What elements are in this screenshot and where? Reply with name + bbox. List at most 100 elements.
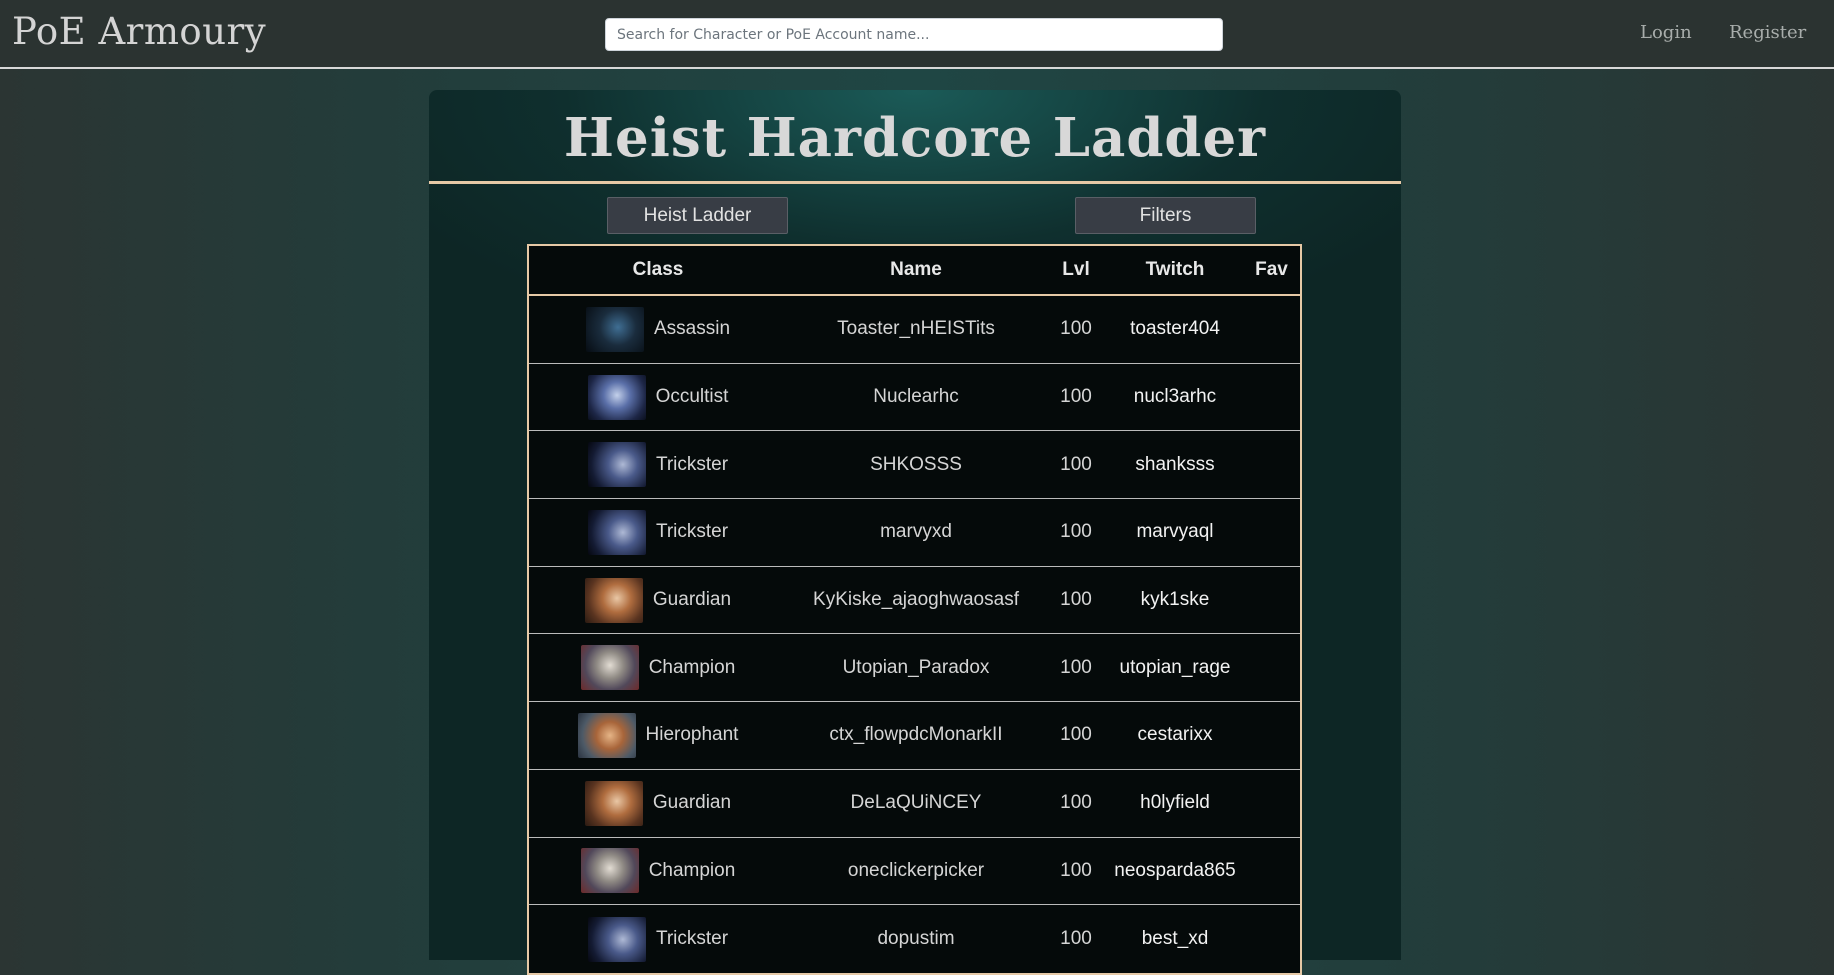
champion-portrait: [580, 848, 639, 894]
level-cell: 100: [1045, 702, 1107, 769]
assassin-portrait: [585, 306, 644, 352]
twitch-cell: neosparda865: [1107, 838, 1243, 905]
character-name-cell: dopustim: [787, 905, 1045, 973]
class-cell: Hierophant: [529, 702, 787, 769]
fav-cell[interactable]: [1243, 499, 1300, 566]
twitch-link[interactable]: cestarixx: [1138, 724, 1213, 746]
class-cell: Guardian: [529, 770, 787, 837]
character-name-link[interactable]: oneclickerpicker: [848, 860, 984, 882]
class-cell: Champion: [529, 838, 787, 905]
navbar: PoE Armoury Login Register: [0, 0, 1834, 69]
fav-cell[interactable]: [1243, 838, 1300, 905]
twitch-cell: toaster404: [1107, 296, 1243, 363]
class-label: Hierophant: [645, 724, 739, 746]
class-cell: Champion: [529, 634, 787, 701]
class-label: Trickster: [655, 453, 729, 475]
header-name[interactable]: Name: [787, 246, 1045, 294]
fav-cell[interactable]: [1243, 702, 1300, 769]
level-cell: 100: [1045, 770, 1107, 837]
character-name-cell: SHKOSSS: [787, 431, 1045, 498]
level-cell: 100: [1045, 838, 1107, 905]
character-name-link[interactable]: Nuclearhc: [873, 386, 959, 408]
level-value: 100: [1060, 656, 1092, 678]
character-name-cell: oneclickerpicker: [787, 838, 1045, 905]
character-name-link[interactable]: Toaster_nHEISTits: [837, 318, 995, 340]
trickster-portrait: [587, 509, 646, 555]
twitch-cell: h0lyfield: [1107, 770, 1243, 837]
twitch-cell: kyk1ske: [1107, 567, 1243, 634]
table-row[interactable]: Trickster marvyxd 100 marvyaql: [529, 499, 1300, 567]
twitch-link[interactable]: toaster404: [1130, 318, 1220, 340]
twitch-link[interactable]: marvyaql: [1136, 521, 1213, 543]
character-name-link[interactable]: KyKiske_ajaoghwaosasf: [813, 589, 1019, 611]
twitch-link[interactable]: utopian_rage: [1120, 657, 1231, 679]
character-name-link[interactable]: SHKOSSS: [870, 454, 962, 476]
class-label: Trickster: [655, 928, 729, 950]
trickster-portrait: [587, 916, 646, 962]
level-cell: 100: [1045, 499, 1107, 566]
heist-ladder-button[interactable]: Heist Ladder: [607, 197, 788, 234]
table-row[interactable]: Trickster SHKOSSS 100 shanksss: [529, 431, 1300, 500]
class-cell: Trickster: [529, 431, 787, 498]
level-value: 100: [1060, 859, 1092, 881]
level-value: 100: [1060, 318, 1092, 340]
login-link[interactable]: Login: [1640, 22, 1692, 43]
twitch-link[interactable]: neosparda865: [1114, 860, 1236, 882]
twitch-link[interactable]: best_xd: [1142, 928, 1209, 950]
fav-cell[interactable]: [1243, 567, 1300, 634]
level-cell: 100: [1045, 905, 1107, 973]
level-cell: 100: [1045, 634, 1107, 701]
fav-cell[interactable]: [1243, 770, 1300, 837]
fav-cell[interactable]: [1243, 634, 1300, 701]
header-twitch[interactable]: Twitch: [1107, 246, 1243, 294]
brand-logo[interactable]: PoE Armoury: [12, 10, 266, 53]
class-label: Champion: [648, 859, 736, 881]
table-row[interactable]: Champion oneclickerpicker 100 neosparda865: [529, 838, 1300, 906]
filters-button[interactable]: Filters: [1075, 197, 1256, 234]
header-fav[interactable]: Fav: [1243, 246, 1300, 294]
twitch-link[interactable]: nucl3arhc: [1134, 386, 1216, 408]
class-label: Occultist: [655, 386, 729, 408]
header-lvl[interactable]: Lvl: [1045, 246, 1107, 294]
fav-cell[interactable]: [1243, 364, 1300, 431]
character-name-cell: Toaster_nHEISTits: [787, 296, 1045, 363]
twitch-cell: marvyaql: [1107, 499, 1243, 566]
search-input[interactable]: [605, 18, 1223, 51]
level-value: 100: [1060, 386, 1092, 408]
class-cell: Assassin: [529, 296, 787, 363]
character-name-cell: marvyxd: [787, 499, 1045, 566]
twitch-link[interactable]: h0lyfield: [1140, 792, 1210, 814]
trickster-portrait: [587, 442, 646, 488]
ladder-panel: Heist Hardcore Ladder Heist Ladder Filte…: [429, 90, 1401, 975]
header-class[interactable]: Class: [529, 246, 787, 294]
table-row[interactable]: Occultist Nuclearhc 100 nucl3arhc: [529, 364, 1300, 432]
class-label: Guardian: [652, 589, 732, 611]
character-name-link[interactable]: ctx_flowpdcMonarkII: [829, 724, 1002, 746]
register-link[interactable]: Register: [1729, 22, 1806, 43]
fav-cell[interactable]: [1243, 905, 1300, 973]
table-row[interactable]: Champion Utopian_Paradox 100 utopian_rage: [529, 634, 1300, 703]
class-cell: Guardian: [529, 567, 787, 634]
character-name-cell: ctx_flowpdcMonarkII: [787, 702, 1045, 769]
class-label: Trickster: [655, 521, 729, 543]
fav-cell[interactable]: [1243, 296, 1300, 363]
fav-cell[interactable]: [1243, 431, 1300, 498]
twitch-link[interactable]: kyk1ske: [1141, 589, 1210, 611]
guardian-portrait: [584, 577, 643, 623]
level-value: 100: [1060, 792, 1092, 814]
table-header: Class Name Lvl Twitch Fav: [529, 246, 1300, 296]
table-row[interactable]: Hierophant ctx_flowpdcMonarkII 100 cestarix…: [529, 702, 1300, 770]
character-name-link[interactable]: marvyxd: [880, 521, 952, 543]
level-cell: 100: [1045, 567, 1107, 634]
character-name-link[interactable]: DeLaQUiNCEY: [851, 792, 982, 814]
table-row[interactable]: Guardian DeLaQUiNCEY 100 h0lyfield: [529, 770, 1300, 838]
twitch-cell: utopian_rage: [1107, 634, 1243, 701]
character-name-link[interactable]: Utopian_Paradox: [843, 657, 990, 679]
table-row[interactable]: Trickster dopustim 100 best_xd: [529, 905, 1300, 973]
level-value: 100: [1060, 724, 1092, 746]
character-name-cell: DeLaQUiNCEY: [787, 770, 1045, 837]
character-name-link[interactable]: dopustim: [877, 928, 954, 950]
twitch-link[interactable]: shanksss: [1135, 454, 1214, 476]
table-row[interactable]: Guardian KyKiske_ajaoghwaosasf 100 kyk1ske: [529, 567, 1300, 635]
table-row[interactable]: Assassin Toaster_nHEISTits 100 toaster404: [529, 296, 1300, 364]
